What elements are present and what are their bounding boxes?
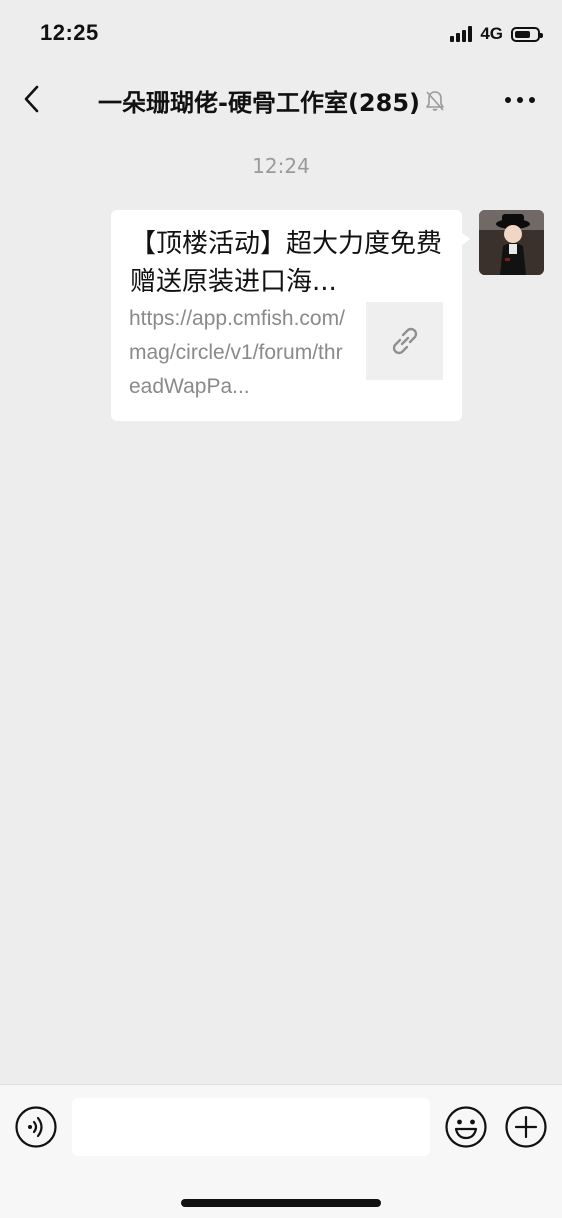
voice-icon[interactable] [14,1105,58,1149]
link-card-url: https://app.cmfish.com/mag/circle/v1/for… [129,307,345,398]
chat-header: 一朵珊瑚佬-硬骨工作室(285) [0,64,562,134]
chat-title: 一朵珊瑚佬-硬骨工作室(285) [98,89,420,117]
link-card-thumbnail [366,302,443,380]
link-card-message[interactable]: 【顶楼活动】超大力度免费赠送原装进口海... https://app.cmfis… [111,210,470,421]
emoji-icon[interactable] [444,1105,488,1149]
message-input[interactable] [72,1098,430,1156]
status-bar: 12:25 4G [0,0,562,64]
chat-title-group[interactable]: 一朵珊瑚佬-硬骨工作室(285) [98,83,446,118]
back-icon[interactable] [20,84,44,114]
network-label: 4G [480,24,503,43]
message-timestamp: 12:24 [252,154,310,178]
signal-icon [450,26,473,42]
avatar-image [479,210,544,275]
link-card-title: 【顶楼活动】超大力度免费赠送原装进口海... [130,229,443,297]
battery-icon [511,26,543,42]
avatar[interactable] [479,210,544,275]
home-indicator[interactable] [181,1199,381,1207]
link-icon [392,327,417,355]
status-indicators: 4G [450,24,543,44]
more-icon[interactable] [504,95,536,105]
plus-icon[interactable] [504,1105,548,1149]
input-bar [0,1084,562,1218]
battery-level [515,30,530,38]
status-time: 12:25 [40,20,99,45]
mute-icon [426,90,444,111]
